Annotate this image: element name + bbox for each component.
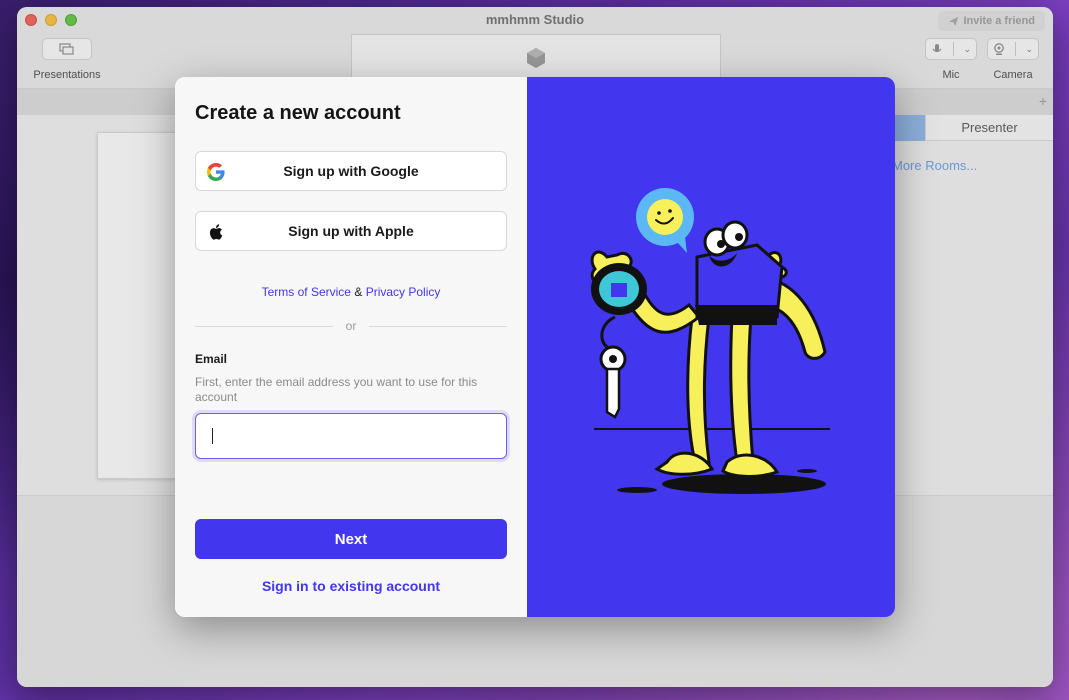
apple-signup-button[interactable]: Sign up with Apple bbox=[195, 211, 507, 251]
google-signup-button[interactable]: Sign up with Google bbox=[195, 151, 507, 191]
text-cursor bbox=[212, 428, 213, 444]
legal-ampersand: & bbox=[354, 285, 363, 299]
legal-links: Terms of Service & Privacy Policy bbox=[195, 285, 507, 299]
dialog-title: Create a new account bbox=[195, 102, 401, 124]
email-label: Email bbox=[195, 352, 228, 366]
keys-and-fob bbox=[591, 263, 647, 419]
mascot-head bbox=[695, 220, 784, 325]
privacy-policy-link[interactable]: Privacy Policy bbox=[366, 285, 441, 299]
divider-line-right bbox=[369, 326, 507, 327]
next-button[interactable]: Next bbox=[195, 519, 507, 559]
terms-of-service-link[interactable]: Terms of Service bbox=[262, 285, 351, 299]
google-g-icon bbox=[207, 163, 225, 181]
mascot-illustration bbox=[590, 188, 830, 494]
or-divider: or bbox=[195, 319, 507, 333]
google-button-label: Sign up with Google bbox=[283, 163, 419, 179]
sign-in-existing-link[interactable]: Sign in to existing account bbox=[195, 578, 507, 594]
apple-logo-icon bbox=[209, 224, 223, 240]
signup-form: Create a new account Sign up with Google… bbox=[175, 77, 527, 617]
email-field[interactable] bbox=[195, 413, 507, 459]
create-account-dialog: Create a new account Sign up with Google… bbox=[175, 77, 895, 617]
apple-button-label: Sign up with Apple bbox=[288, 223, 414, 239]
illustration-panel bbox=[527, 77, 895, 617]
email-help-text: First, enter the email address you want … bbox=[195, 375, 478, 404]
smiley-bubble bbox=[636, 188, 694, 253]
